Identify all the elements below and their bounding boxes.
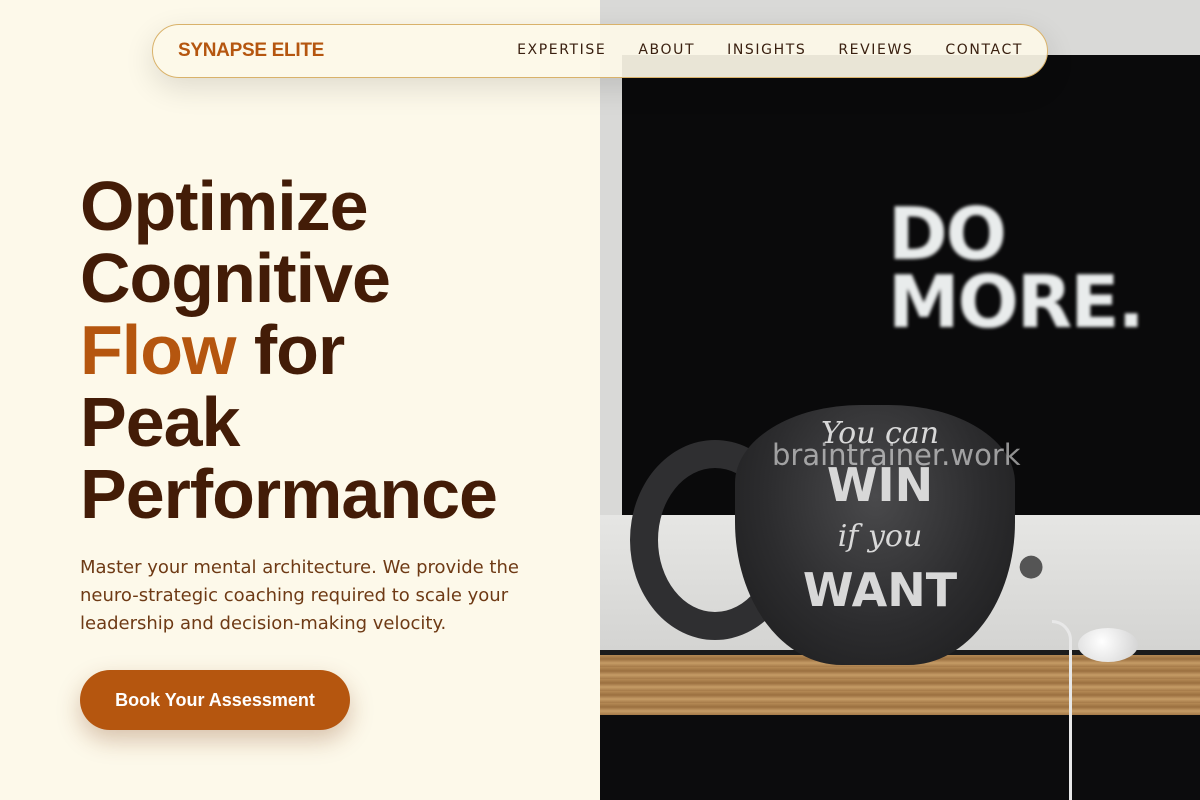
hero-subtitle: Master your mental architecture. We prov… bbox=[80, 557, 519, 634]
earphone-cable bbox=[1052, 620, 1072, 800]
nav-about[interactable]: ABOUT bbox=[638, 42, 695, 58]
apple-logo-icon: ● bbox=[1018, 548, 1045, 583]
screen-text: DO MORE. bbox=[888, 192, 1188, 344]
brand-logo[interactable]: SYNAPSE ELITE bbox=[178, 40, 324, 62]
hero-left-panel: Optimize Cognitive Flow for Peak Perform… bbox=[0, 0, 600, 800]
hero-image: DO MORE. ● You can WIN if you WANT brain… bbox=[600, 0, 1200, 800]
hero-title-line4: Peak bbox=[80, 383, 240, 461]
book-assessment-button[interactable]: Book Your Assessment bbox=[80, 670, 350, 730]
hero-title: Optimize Cognitive Flow for Peak Perform… bbox=[80, 170, 600, 530]
hero-title-line5: Performance bbox=[80, 455, 498, 533]
hero-title-accent: Flow bbox=[80, 311, 236, 389]
watermark: braintrainer.work bbox=[772, 438, 1021, 472]
top-navbar: SYNAPSE ELITE EXPERTISE ABOUT INSIGHTS R… bbox=[152, 24, 1048, 78]
screen-text-line2: MORE. bbox=[888, 260, 1145, 344]
hero-title-line2: Cognitive bbox=[80, 239, 391, 317]
nav-insights[interactable]: INSIGHTS bbox=[727, 42, 806, 58]
nav-expertise[interactable]: EXPERTISE bbox=[517, 42, 606, 58]
screen-text-line1: DO bbox=[888, 192, 1007, 276]
nav-reviews[interactable]: REVIEWS bbox=[838, 42, 913, 58]
mug-text-line4: WANT bbox=[802, 563, 958, 617]
hero-title-line1: Optimize bbox=[80, 167, 369, 245]
nav-contact[interactable]: CONTACT bbox=[945, 42, 1023, 58]
nav-links: EXPERTISE ABOUT INSIGHTS REVIEWS CONTACT bbox=[517, 42, 1023, 58]
hero-title-line3: for bbox=[235, 311, 345, 389]
below-shelf bbox=[600, 715, 1200, 800]
earbud bbox=[1078, 628, 1138, 662]
mug-text-line3: if you bbox=[837, 519, 923, 554]
